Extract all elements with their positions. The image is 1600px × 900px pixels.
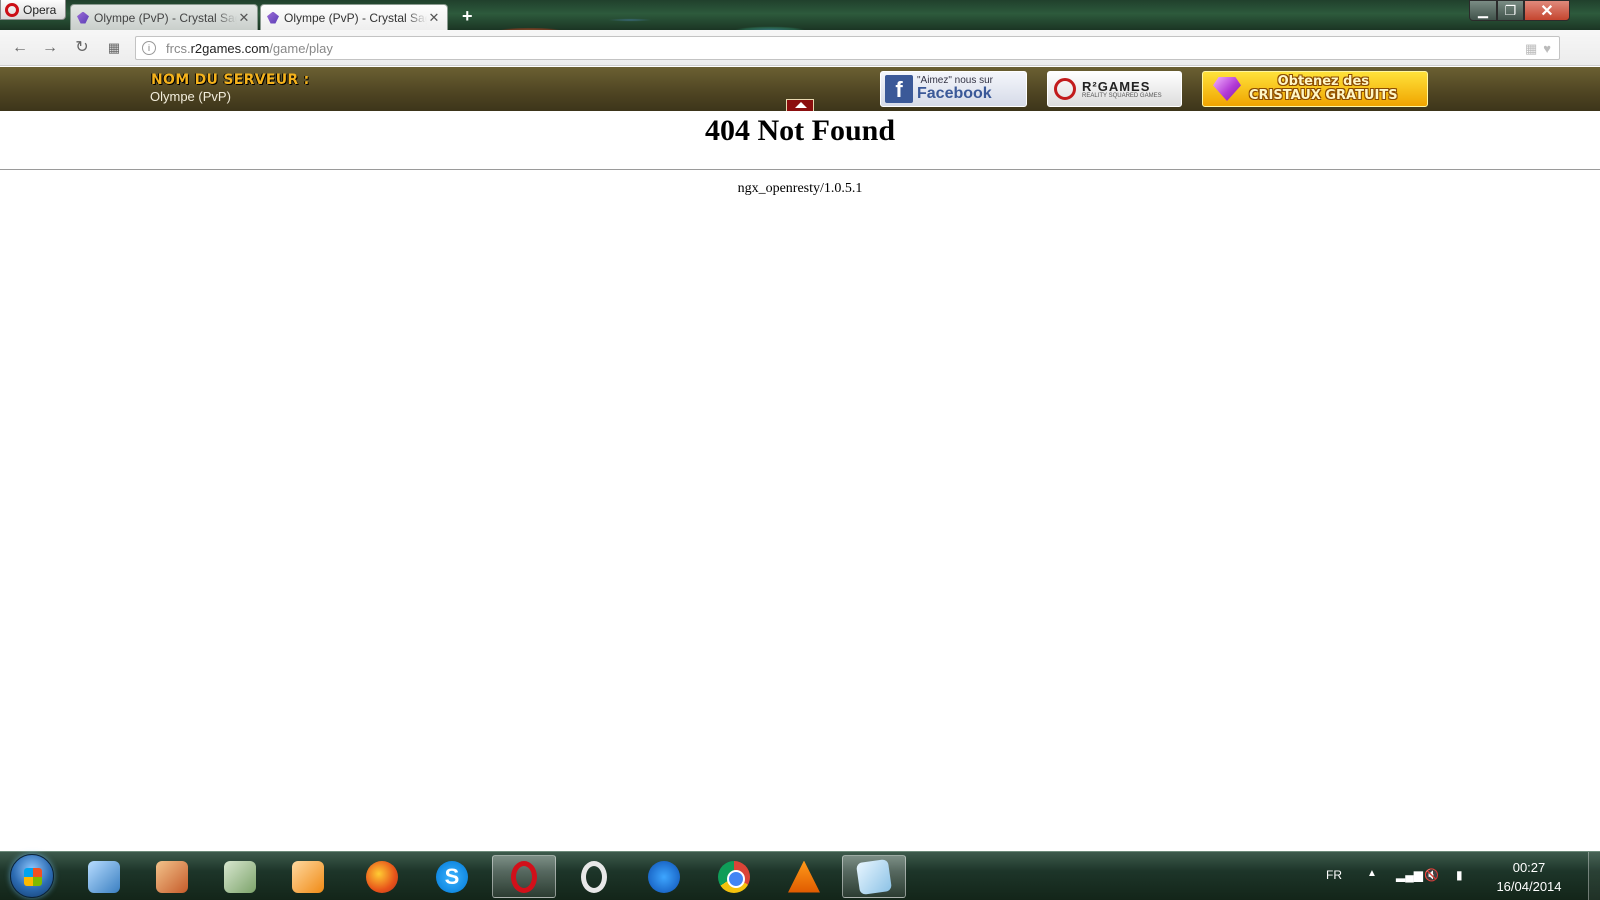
start-button[interactable]	[10, 854, 54, 898]
language-indicator[interactable]: FR	[1326, 868, 1342, 882]
server-name: Olympe (PvP)	[150, 89, 231, 104]
crystals-banner-line1: Obtenez des	[1277, 74, 1370, 90]
tab-olympe-1[interactable]: Olympe (PvP) - Crystal Saga ✕	[70, 4, 258, 30]
taskbar-opera[interactable]	[492, 855, 556, 898]
people-icon	[156, 860, 188, 893]
clock-time: 00:27	[1512, 860, 1546, 875]
opera-logo-icon	[5, 2, 19, 17]
opera-icon	[511, 860, 537, 893]
taskbar-clock[interactable]: 00:27 16/04/2014	[1488, 858, 1570, 896]
tab-close-icon[interactable]: ✕	[427, 10, 441, 26]
taskbar-calculator[interactable]	[208, 855, 272, 898]
new-tab-button[interactable]: +	[462, 6, 473, 27]
taskbar-bolt-app[interactable]	[632, 855, 696, 898]
browser-title-bar: Opera Olympe (PvP) - Crystal Saga ✕ Olym…	[0, 0, 1600, 30]
address-bar[interactable]: i frcs. r2games.com/game/play ▦ ♥	[135, 36, 1560, 60]
taskbar-opera-next[interactable]	[562, 855, 626, 898]
skype-icon: S	[436, 860, 468, 893]
url-prefix: frcs.	[166, 40, 191, 56]
chrome-icon	[718, 860, 750, 893]
minimize-button[interactable]: ▁	[1469, 0, 1497, 21]
show-hidden-icons-icon[interactable]: ▲	[1367, 868, 1377, 879]
taskbar-media-player[interactable]	[276, 855, 340, 898]
crystal-saga-favicon-icon	[267, 11, 279, 24]
opera-menu-button[interactable]: Opera	[0, 0, 66, 20]
collapse-header-button[interactable]	[786, 99, 814, 111]
calculator-icon	[224, 860, 256, 893]
opera-menu-label: Opera	[23, 2, 57, 17]
r2games-logo-icon	[1054, 78, 1076, 100]
url-host: r2games.com	[190, 40, 270, 56]
site-info-icon[interactable]: i	[142, 41, 156, 55]
server-signature: ngx_openresty/1.0.5.1	[737, 181, 863, 196]
forward-arrow-icon[interactable]: →	[39, 38, 61, 58]
facebook-like-banner[interactable]: f "Aimez" nous sur Facebook	[880, 71, 1027, 107]
vlc-cone-icon	[788, 860, 820, 893]
divider	[0, 169, 1600, 170]
facebook-banner-line2: Facebook	[917, 85, 992, 102]
signal-strength-icon[interactable]: ▂▄▆	[1396, 868, 1423, 884]
taskbar-chrome[interactable]	[702, 855, 766, 898]
speed-dial-grid-icon[interactable]: ▦	[103, 38, 125, 58]
reload-icon[interactable]: ↻	[71, 38, 93, 58]
taskbar-firefox[interactable]	[350, 855, 414, 898]
tab-close-icon[interactable]: ✕	[237, 10, 251, 26]
heart-icon[interactable]: ♥	[1543, 41, 1551, 57]
error-heading: 404 Not Found	[704, 114, 896, 147]
taskbar-notepad[interactable]	[842, 855, 906, 898]
tab-olympe-2[interactable]: Olympe (PvP) - Crystal Saga ✕	[260, 4, 448, 30]
battery-icon[interactable]: ▮	[1456, 868, 1472, 884]
photo-viewer-icon	[88, 860, 120, 893]
maximize-button[interactable]: ❐	[1497, 0, 1524, 21]
facebook-logo-icon: f	[885, 75, 913, 103]
browser-toolbar: ← → ↻ ▦ i frcs. r2games.com/game/play ▦ ♥…	[0, 30, 1600, 88]
url-path: /game/play	[269, 40, 333, 56]
close-window-button[interactable]: ✕	[1524, 0, 1570, 21]
page-content: 404 Not Found ngx_openresty/1.0.5.1	[0, 111, 1600, 851]
opera-next-icon	[581, 860, 607, 893]
firefox-icon	[366, 860, 398, 893]
crystals-banner-line2: CRISTAUX GRATUITS	[1249, 88, 1398, 103]
crystal-saga-favicon-icon	[77, 11, 89, 24]
server-label: NOM DU SERVEUR :	[151, 72, 310, 88]
r2games-banner-line1: R²GAMES	[1082, 78, 1151, 94]
free-crystals-banner[interactable]: Obtenez des CRISTAUX GRATUITS	[1202, 71, 1428, 107]
r2games-banner[interactable]: R²GAMES REALITY SQUARED GAMES	[1047, 71, 1182, 107]
back-arrow-icon[interactable]: ←	[9, 38, 31, 58]
speed-dial-add-icon[interactable]: ▦	[1525, 41, 1537, 57]
taskbar-skype[interactable]: S	[420, 855, 484, 898]
media-player-icon	[292, 860, 324, 893]
taskbar-vlc[interactable]	[772, 855, 836, 898]
taskbar-people[interactable]	[140, 855, 204, 898]
tab-title: Olympe (PvP) - Crystal Saga	[94, 10, 237, 25]
r2games-banner-line2: REALITY SQUARED GAMES	[1082, 92, 1162, 99]
taskbar-photo-viewer[interactable]	[72, 855, 136, 898]
lightning-bolt-icon	[648, 860, 680, 893]
tab-title: Olympe (PvP) - Crystal Saga	[284, 10, 427, 25]
show-desktop-button[interactable]	[1588, 852, 1600, 900]
taskbar: S FR ▲ ▂▄▆ 🔇 ▮ 00:27 16/04/2014	[0, 851, 1600, 900]
notepad-icon	[855, 858, 893, 895]
gem-icon	[1213, 77, 1241, 101]
clock-date: 16/04/2014	[1496, 879, 1562, 894]
volume-muted-icon[interactable]: 🔇	[1424, 868, 1440, 884]
